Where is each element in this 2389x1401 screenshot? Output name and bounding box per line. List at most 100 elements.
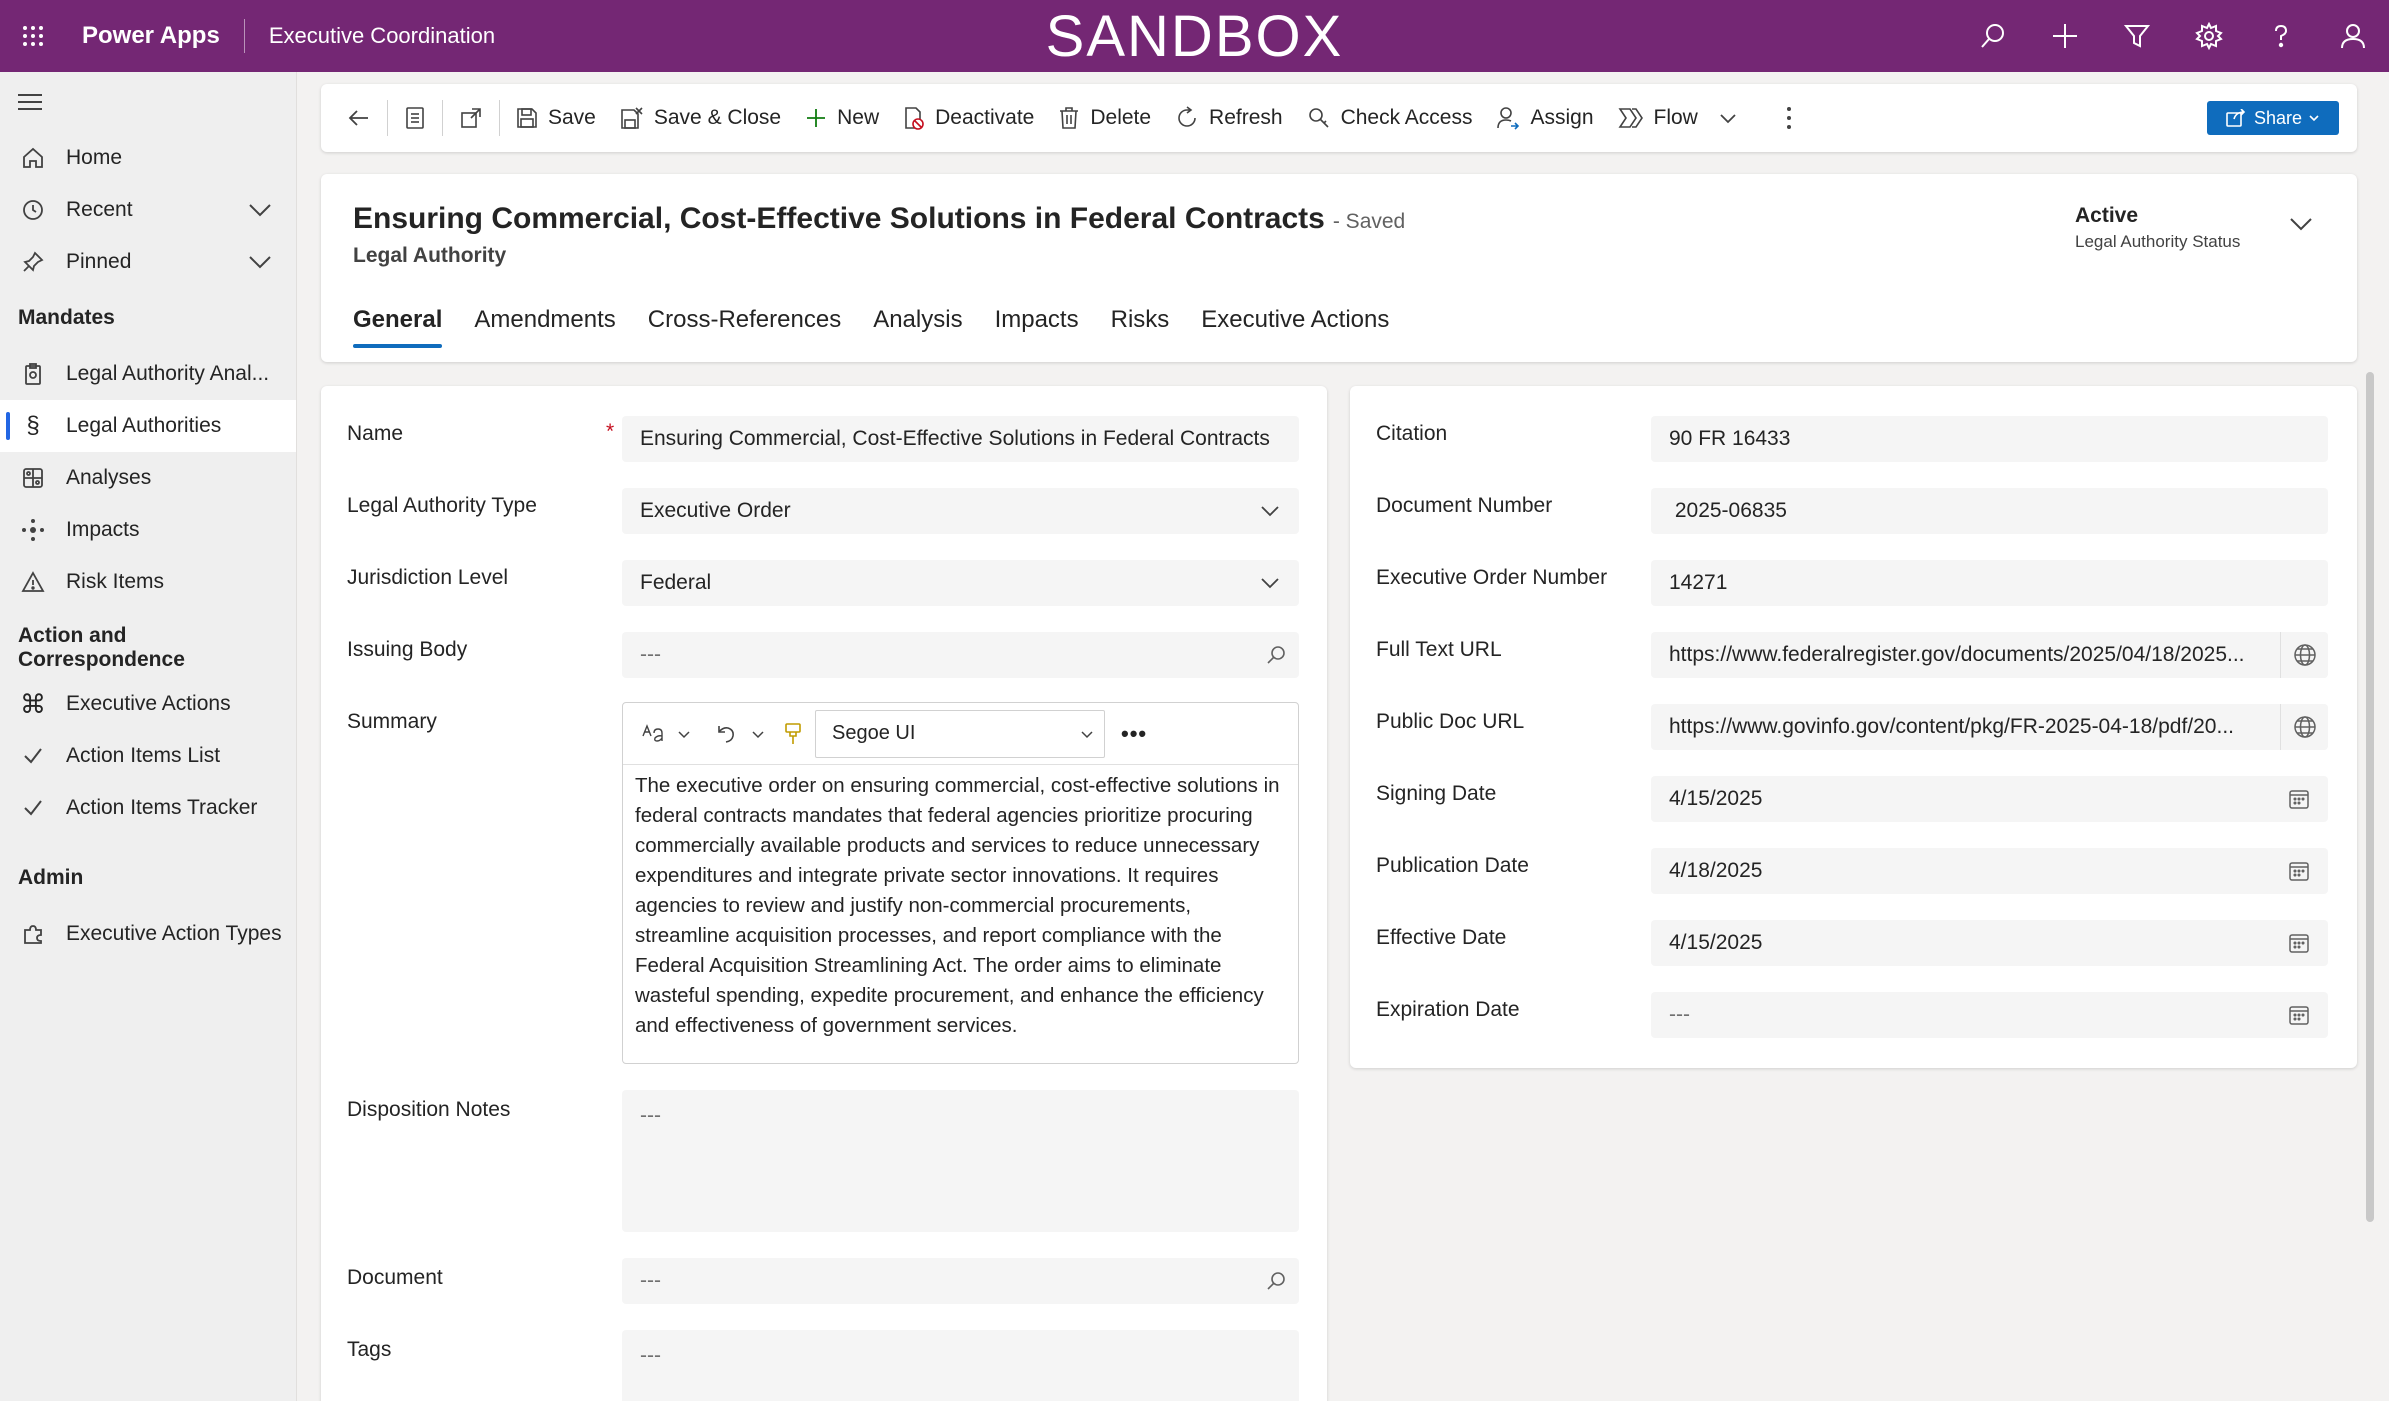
- share-label: Share: [2253, 107, 2303, 128]
- tab-executive-actions[interactable]: Executive Actions: [1201, 292, 1389, 348]
- full-text-url-field[interactable]: https://www.federalregister.gov/document…: [1651, 632, 2328, 678]
- font-family-value: Segoe UI: [832, 722, 916, 744]
- sidebar-item-recent[interactable]: Recent: [0, 184, 296, 236]
- chevron-down-icon[interactable]: [1718, 108, 1738, 128]
- tab-amendments[interactable]: Amendments: [474, 292, 615, 348]
- format-painter-button[interactable]: [777, 714, 809, 754]
- tab-impacts[interactable]: Impacts: [995, 292, 1079, 348]
- sidebar-section-title: Admin: [18, 866, 84, 889]
- tags-field[interactable]: ---: [622, 1330, 1299, 1401]
- general-section-right: Citation 90 FR 16433 Document Number 202…: [1350, 386, 2357, 1068]
- undo-button[interactable]: [709, 714, 771, 754]
- globe-icon[interactable]: [2280, 632, 2328, 678]
- new-button[interactable]: New: [793, 84, 891, 152]
- effective-date-value: 4/15/2025: [1669, 931, 1763, 954]
- chevron-down-icon[interactable]: [246, 196, 274, 230]
- executive-order-number-field[interactable]: 14271: [1651, 560, 2328, 606]
- publication-date-field[interactable]: 4/18/2025: [1651, 848, 2328, 894]
- help-icon[interactable]: [2245, 0, 2317, 72]
- effective-date-label: Effective Date: [1376, 926, 1507, 949]
- sidebar-item-risk-items[interactable]: Risk Items: [0, 556, 296, 608]
- sidebar-item-pinned[interactable]: Pinned: [0, 236, 296, 288]
- form-view-button[interactable]: [392, 84, 438, 152]
- expiration-date-field[interactable]: ---: [1651, 992, 2328, 1038]
- flow-label: Flow: [1653, 106, 1698, 129]
- legal-authority-type-select[interactable]: Executive Order: [622, 488, 1299, 534]
- record-title-text: Ensuring Commercial, Cost-Effective Solu…: [353, 202, 1325, 235]
- plus-icon[interactable]: [2029, 0, 2101, 72]
- sidebar-item-home[interactable]: Home: [0, 132, 296, 184]
- tab-analysis[interactable]: Analysis: [873, 292, 962, 348]
- chevron-down-icon[interactable]: [246, 248, 274, 282]
- deactivate-button[interactable]: Deactivate: [891, 84, 1046, 152]
- app-name[interactable]: Power Apps: [66, 19, 245, 53]
- status-label: Legal Authority Status: [2075, 232, 2241, 251]
- back-button[interactable]: [335, 84, 383, 152]
- document-number-field[interactable]: 2025-06835: [1651, 488, 2328, 534]
- search-icon[interactable]: [1265, 632, 1287, 678]
- filter-icon[interactable]: [2101, 0, 2173, 72]
- effective-date-field[interactable]: 4/15/2025: [1651, 920, 2328, 966]
- tab-risks[interactable]: Risks: [1111, 292, 1170, 348]
- sidebar-item-executive-actions[interactable]: ⌘ Executive Actions: [0, 678, 296, 730]
- summary-text[interactable]: The executive order on ensuring commerci…: [623, 765, 1298, 1063]
- sidebar-item-label: Risk Items: [66, 570, 165, 593]
- tab-cross-references[interactable]: Cross-References: [648, 292, 841, 348]
- sidebar-item-impacts[interactable]: Impacts: [0, 504, 296, 556]
- flow-button[interactable]: Flow: [1606, 84, 1750, 152]
- disposition-notes-field[interactable]: ---: [622, 1090, 1299, 1232]
- settings-icon[interactable]: [2173, 0, 2245, 72]
- calendar-icon[interactable]: [2288, 776, 2310, 822]
- share-button[interactable]: Share: [2207, 101, 2339, 135]
- format-text-button[interactable]: [635, 714, 697, 754]
- sidebar-item-action-items-list[interactable]: Action Items List: [0, 730, 296, 782]
- sidebar-item-analyses[interactable]: Analyses: [0, 452, 296, 504]
- calendar-icon[interactable]: [2288, 920, 2310, 966]
- search-icon[interactable]: [1265, 1258, 1287, 1304]
- refresh-label: Refresh: [1209, 106, 1283, 129]
- citation-field[interactable]: 90 FR 16433: [1651, 416, 2328, 462]
- publication-date-value: 4/18/2025: [1669, 859, 1763, 882]
- sidebar-item-label: Impacts: [66, 518, 140, 541]
- globe-icon[interactable]: [2280, 704, 2328, 750]
- name-field[interactable]: Ensuring Commercial, Cost-Effective Solu…: [622, 416, 1299, 462]
- calendar-icon[interactable]: [2288, 992, 2310, 1038]
- sidebar-item-legal-authority-analyses[interactable]: Legal Authority Anal...: [0, 348, 296, 400]
- signing-date-field[interactable]: 4/15/2025: [1651, 776, 2328, 822]
- page-scrollbar[interactable]: [2366, 372, 2374, 1222]
- environment-name[interactable]: Executive Coordination: [245, 23, 495, 49]
- calendar-icon[interactable]: [2288, 848, 2310, 894]
- font-family-select[interactable]: Segoe UI: [815, 709, 1105, 758]
- chevron-down-icon[interactable]: [2287, 210, 2315, 243]
- check-access-button[interactable]: Check Access: [1295, 84, 1485, 152]
- sidebar-item-legal-authorities[interactable]: § Legal Authorities: [0, 400, 296, 452]
- tab-general[interactable]: General: [353, 292, 443, 348]
- jurisdiction-level-select[interactable]: Federal: [622, 560, 1299, 606]
- issuing-body-lookup[interactable]: ---: [622, 632, 1299, 678]
- sidebar-item-executive-action-types[interactable]: Executive Action Types: [0, 908, 296, 960]
- section-icon: §: [26, 412, 40, 439]
- open-new-window-button[interactable]: [447, 84, 495, 152]
- more-formatting-button[interactable]: •••: [1121, 721, 1147, 747]
- sidebar-item-label: Pinned: [66, 250, 132, 273]
- user-icon[interactable]: [2317, 0, 2389, 72]
- app-launcher-icon[interactable]: [0, 0, 66, 72]
- save-and-close-button[interactable]: Save & Close: [608, 84, 793, 152]
- sidebar-item-label: Executive Actions: [66, 692, 231, 715]
- sidebar-item-action-items-tracker[interactable]: Action Items Tracker: [0, 782, 296, 834]
- document-lookup[interactable]: ---: [622, 1258, 1299, 1304]
- sidebar-item-label: Home: [66, 146, 123, 169]
- name-label: Name: [347, 422, 404, 445]
- new-label: New: [837, 106, 880, 129]
- more-commands-button[interactable]: [1774, 84, 1804, 152]
- hamburger-icon[interactable]: [0, 72, 296, 132]
- search-icon[interactable]: [1957, 0, 2029, 72]
- assign-button[interactable]: Assign: [1484, 84, 1605, 152]
- general-section-left: Name * Ensuring Commercial, Cost-Effecti…: [321, 386, 1327, 1401]
- refresh-button[interactable]: Refresh: [1163, 84, 1295, 152]
- legal-authority-type-label: Legal Authority Type: [347, 494, 537, 517]
- public-doc-url-field[interactable]: https://www.govinfo.gov/content/pkg/FR-2…: [1651, 704, 2328, 750]
- save-button[interactable]: Save: [504, 84, 608, 152]
- delete-button[interactable]: Delete: [1046, 84, 1163, 152]
- jurisdiction-level-label: Jurisdiction Level: [347, 566, 509, 589]
